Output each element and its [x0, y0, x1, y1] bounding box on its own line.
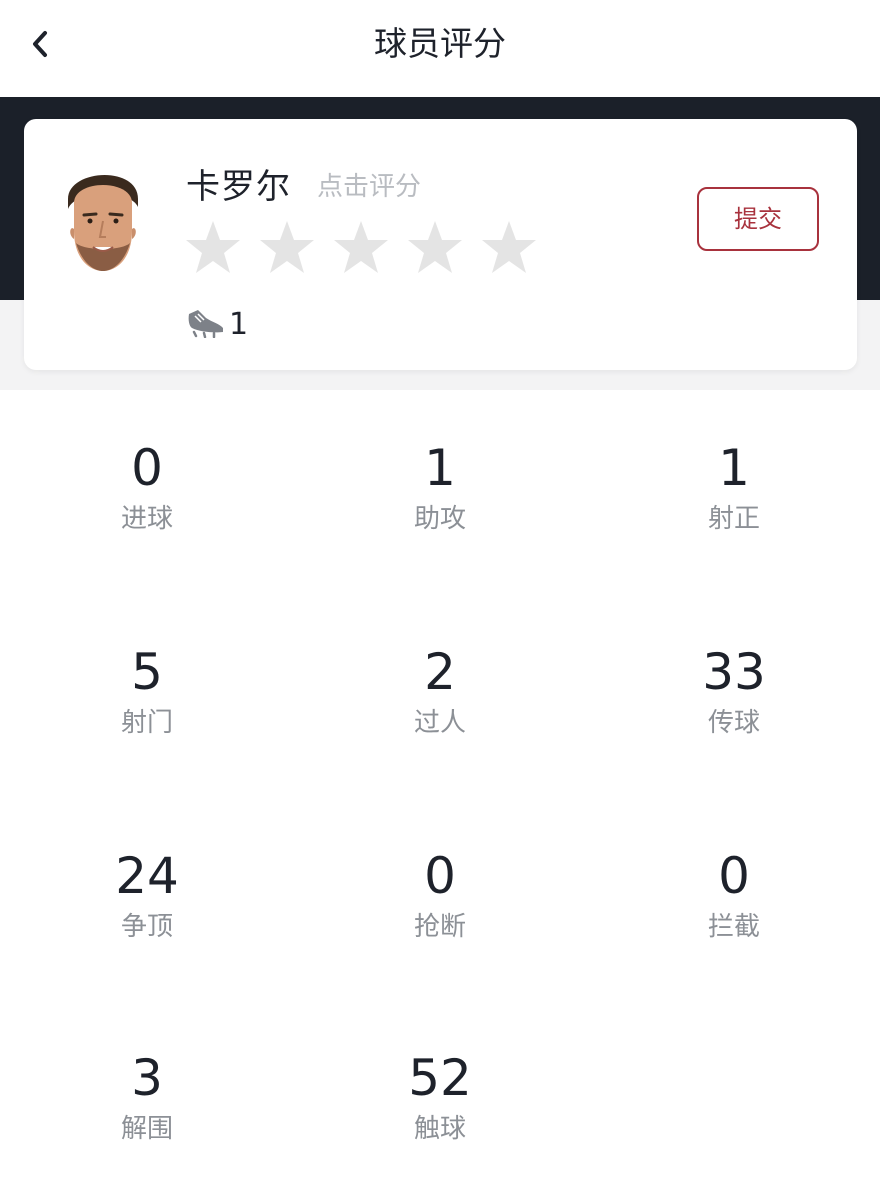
star-icon[interactable] [480, 219, 538, 277]
stat-value: 0 [718, 847, 750, 905]
submit-button[interactable]: 提交 [697, 187, 819, 251]
star-icon[interactable] [184, 219, 242, 277]
stat-item: 1 射正 [634, 435, 834, 537]
stat-value: 0 [424, 847, 456, 905]
stat-item: 33 传球 [634, 639, 834, 741]
stat-item: 52 触球 [340, 1045, 540, 1147]
stat-label: 射门 [120, 708, 173, 738]
stat-label: 传球 [707, 708, 760, 738]
stat-label: 拦截 [707, 912, 760, 942]
stat-label: 解围 [120, 1114, 173, 1144]
stat-label: 射正 [707, 504, 760, 534]
player-avatar [68, 174, 138, 271]
star-icon[interactable] [258, 219, 316, 277]
stat-label: 助攻 [413, 504, 466, 534]
stat-item: 3 解围 [47, 1045, 247, 1147]
player-card: 卡罗尔 点击评分 提交 1 [24, 119, 857, 370]
stat-value: 1 [424, 439, 456, 497]
rate-hint: 点击评分 [317, 172, 422, 202]
stat-item: 0 进球 [47, 435, 247, 537]
stat-value: 5 [131, 643, 163, 701]
stat-item: 1 助攻 [340, 435, 540, 537]
stat-item: 2 过人 [340, 639, 540, 741]
stat-value: 52 [408, 1049, 472, 1107]
nav-bar: 球员评分 [0, 0, 880, 97]
stat-value: 0 [131, 439, 163, 497]
star-icon[interactable] [406, 219, 464, 277]
page-title: 球员评分 [374, 24, 506, 63]
stat-value: 1 [718, 439, 750, 497]
stat-label: 抢断 [413, 912, 466, 942]
player-name: 卡罗尔 [186, 167, 291, 207]
stat-value: 2 [424, 643, 456, 701]
stat-label: 触球 [413, 1114, 466, 1144]
boot-count: 1 [229, 307, 249, 342]
stat-item: 0 拦截 [634, 843, 834, 945]
stat-value: 33 [702, 643, 766, 701]
stat-item: 0 抢断 [340, 843, 540, 945]
stat-label: 进球 [120, 504, 173, 534]
stat-item: 5 射门 [47, 639, 247, 741]
stat-value: 3 [131, 1049, 163, 1107]
star-rating[interactable] [184, 219, 538, 277]
stat-label: 争顶 [120, 912, 173, 942]
football-boot-icon [188, 310, 223, 338]
stat-value: 24 [115, 847, 179, 905]
stat-label: 过人 [413, 708, 466, 738]
star-icon[interactable] [332, 219, 390, 277]
stat-item: 24 争顶 [47, 843, 247, 945]
